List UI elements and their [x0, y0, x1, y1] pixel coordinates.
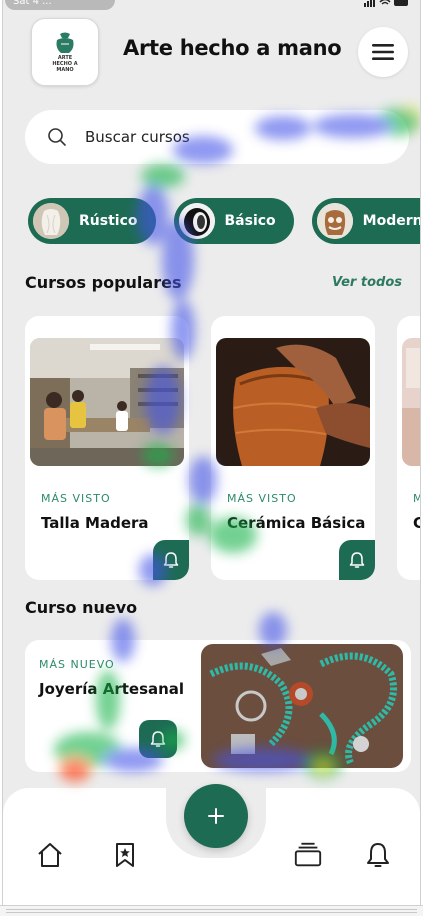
- notify-button[interactable]: [153, 540, 189, 580]
- nav-collection[interactable]: [293, 840, 323, 870]
- screenshot-bottom-edge: [0, 905, 423, 916]
- home-icon: [38, 843, 62, 867]
- new-course-tag: MÁS NUEVO: [39, 658, 115, 671]
- course-tag: MÁS VISTO: [41, 492, 111, 505]
- chip-thumb-basico: [178, 203, 215, 239]
- course-card-partial[interactable]: MÁ Ce: [397, 316, 420, 580]
- header: ARTE HECHO A MANO Arte hecho a mano: [3, 14, 420, 94]
- bell-icon: [150, 731, 166, 747]
- app-screen: Sat 4 ... ARTE HECHO A MANO Arte hecho a…: [2, 0, 421, 905]
- chip-basico[interactable]: Básico: [173, 198, 294, 244]
- nav-saved[interactable]: [110, 840, 140, 870]
- new-course-card[interactable]: MÁS NUEVO Joyería Artesanal: [25, 640, 411, 772]
- chip-label-basico: Básico: [224, 213, 276, 229]
- status-time: Sat 4 ...: [5, 0, 115, 10]
- course-image-woodworking: [30, 338, 184, 466]
- course-tag: MÁ: [413, 492, 420, 505]
- new-course-name: Joyería Artesanal: [39, 680, 185, 698]
- bell-icon: [349, 552, 365, 568]
- app-logo[interactable]: ARTE HECHO A MANO: [31, 18, 99, 86]
- collection-icon: [294, 842, 322, 867]
- course-name: Talla Madera: [41, 514, 149, 532]
- menu-button[interactable]: [358, 27, 408, 77]
- new-course-section-title: Curso nuevo: [25, 598, 138, 617]
- bell-icon: [163, 552, 179, 568]
- add-icon: [208, 808, 224, 824]
- popular-section-title: Cursos populares: [25, 273, 182, 292]
- search-input[interactable]: [85, 128, 365, 146]
- add-button[interactable]: [184, 784, 248, 848]
- course-name: Cerámica Básica: [227, 514, 366, 532]
- bookmark-star-icon: [116, 843, 134, 867]
- new-course-image-jewelry: [201, 644, 403, 768]
- bell-icon: [367, 843, 389, 867]
- course-image-partial: [402, 338, 420, 466]
- hamburger-menu-icon: [372, 44, 394, 60]
- course-image-pottery: [216, 338, 370, 466]
- status-bar: Sat 4 ...: [3, 0, 420, 14]
- course-card[interactable]: MÁS VISTO Talla Madera: [25, 316, 189, 580]
- popular-courses-carousel[interactable]: MÁS VISTO Talla Madera MÁS VISTO Cerámic…: [25, 316, 420, 581]
- chip-thumb-rustico: [33, 203, 69, 239]
- chip-moderno[interactable]: Moderno: [311, 198, 420, 244]
- course-card[interactable]: MÁS VISTO Cerámica Básica: [211, 316, 375, 580]
- notify-button[interactable]: [139, 720, 177, 758]
- logo-pottery-icon: [56, 32, 74, 53]
- nav-notifications[interactable]: [363, 840, 393, 870]
- search-icon: [48, 128, 66, 146]
- logo-text: ARTE HECHO A MANO: [52, 54, 78, 73]
- chip-label-moderno: Moderno: [362, 213, 420, 229]
- course-tag: MÁS VISTO: [227, 492, 297, 505]
- category-chips: Rústico Básico Moder: [28, 198, 420, 244]
- chip-label-rustico: Rústico: [79, 213, 138, 229]
- signal-wifi-battery-icon: [364, 0, 408, 7]
- chip-thumb-moderno: [316, 203, 353, 239]
- status-icons: [364, 0, 410, 11]
- chip-rustico[interactable]: Rústico: [28, 198, 156, 244]
- nav-home[interactable]: [35, 840, 65, 870]
- see-all-link[interactable]: Ver todos: [332, 275, 402, 290]
- app-title: Arte hecho a mano: [123, 36, 342, 60]
- notify-button[interactable]: [339, 540, 375, 580]
- search-bar[interactable]: [25, 110, 409, 164]
- course-name: Ce: [413, 514, 420, 532]
